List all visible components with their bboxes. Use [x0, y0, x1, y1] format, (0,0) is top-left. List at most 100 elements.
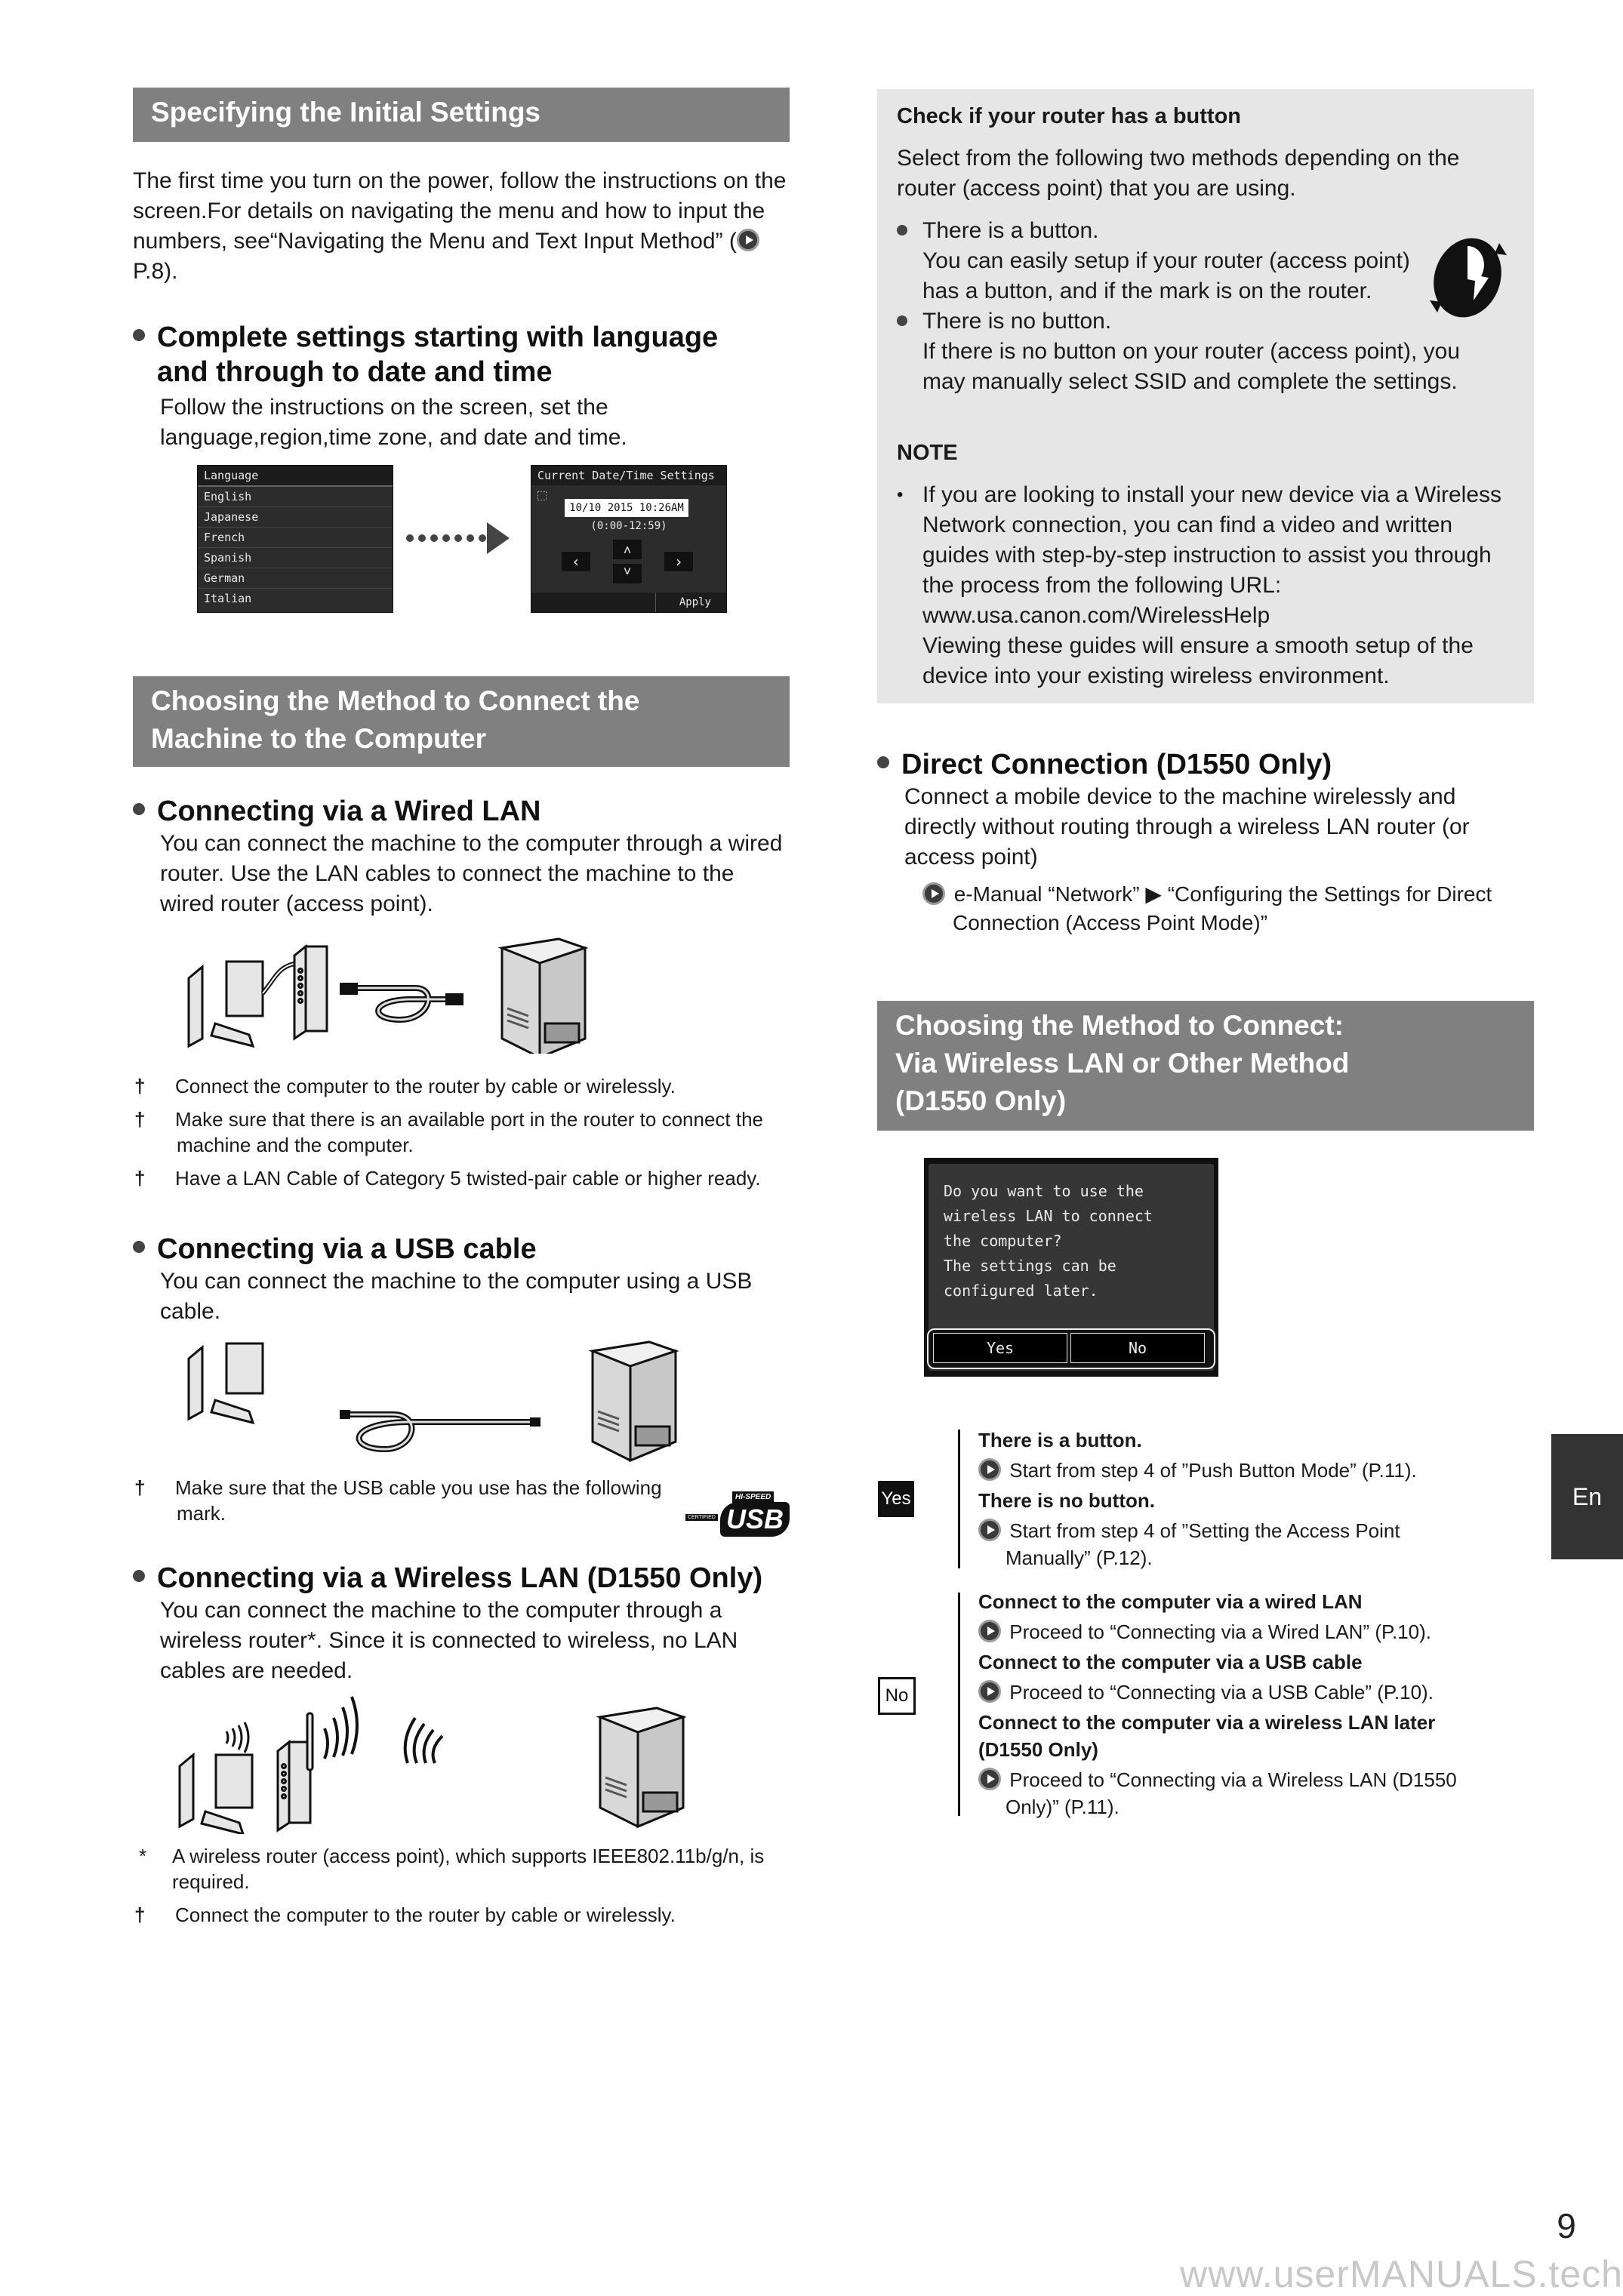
heading-text: Connecting via a Wireless LAN (D1550 Onl… — [157, 1562, 763, 1594]
lcd-down-button[interactable]: ˅ — [613, 564, 642, 583]
lcd-menu-item[interactable]: English — [198, 487, 393, 507]
section-title-line3: (D1550 Only) — [895, 1085, 1067, 1116]
wireless-help-url-link[interactable]: www.usa.canon.com/WirelessHelp — [922, 603, 1270, 628]
footnote-text: A wireless router (access point), which … — [172, 1845, 765, 1893]
option-title: There is a button. — [978, 1429, 1142, 1451]
lcd-datetime-screen: Current Date/Time Settings 10/10 2015 10… — [531, 465, 727, 613]
lcd-menu-item[interactable]: Italian — [198, 589, 393, 608]
lcd-no-button[interactable]: No — [1070, 1333, 1205, 1363]
lcd-line: The settings can be — [944, 1257, 1116, 1275]
lcd-line: wireless LAN to connect — [944, 1207, 1153, 1225]
lcd-language-screen: Language English Japanese French Spanish… — [197, 465, 393, 613]
router-check-box: Check if your router has a button Select… — [877, 89, 1534, 703]
no-label-badge: No — [878, 1677, 916, 1715]
datetime-field[interactable]: 10/10 2015 10:26AM — [565, 499, 688, 517]
note-text: Make sure that the USB cable you use has… — [175, 1476, 662, 1525]
note-text: Connect the computer to the router by ca… — [175, 1075, 676, 1097]
lcd-bottom-bar: Apply — [531, 592, 726, 612]
yes-label-badge: Yes — [878, 1481, 914, 1517]
bullet-icon — [877, 756, 889, 768]
option-title: Connect to the computer via a wired LAN — [978, 1590, 1363, 1613]
section-heading-wireless-or-other: Choosing the Method to Connect: Via Wire… — [877, 1001, 1534, 1131]
subheading-line1: Complete settings starting with language — [157, 322, 719, 353]
printer-icon — [588, 1340, 679, 1463]
router-option-no-button: There is no button. If there is no butto… — [897, 306, 1516, 397]
lcd-prompt-text: Do you want to use the wireless LAN to c… — [944, 1179, 1153, 1303]
dotted-arrow-icon — [406, 522, 510, 554]
step-reference-link[interactable]: Proceed to “Connecting via a Wireless LA… — [1006, 1768, 1457, 1818]
step-reference-link[interactable]: Proceed to “Connecting via a USB Cable” … — [1009, 1681, 1434, 1704]
hi-speed-usb-logo: HI-SPEED CERTIFIED USB — [685, 1491, 791, 1538]
lan-cable-icon — [340, 983, 463, 1023]
note-text: If you are looking to install your new d… — [922, 482, 1502, 598]
wifi-signal-icon — [323, 1696, 359, 1759]
subheading-line2: and through to date and time — [157, 356, 553, 388]
no-divider — [958, 1593, 960, 1816]
yes-options: There is a button. Start from step 4 of … — [978, 1427, 1522, 1571]
usb-illustration — [187, 1340, 679, 1463]
section-title-line2: Machine to the Computer — [151, 723, 487, 754]
lcd-menu-item[interactable]: Spanish — [198, 548, 393, 568]
language-side-tab[interactable]: En — [1551, 1434, 1623, 1559]
wired-lan-illustration — [187, 937, 589, 1054]
touch-hand-icon — [537, 491, 547, 500]
lcd-line: configured later. — [944, 1282, 1098, 1300]
wireless-notes: * A wireless router (access point), which… — [134, 1843, 805, 1928]
option-text: If there is no button on your router (ac… — [922, 339, 1461, 394]
dagger-icon: † — [134, 1476, 146, 1499]
wired-lan-description: You can connect the machine to the compu… — [160, 831, 783, 916]
usb-cable-icon — [340, 1410, 540, 1453]
note-text: Viewing these guides will ensure a smoot… — [922, 633, 1474, 688]
watermark: www.userMANUALS.tech — [1180, 2253, 1623, 2295]
step-reference-link[interactable]: Proceed to “Connecting via a Wired LAN” … — [1009, 1620, 1431, 1643]
step-reference-link[interactable]: Start from step 4 of ”Push Button Mode” … — [1009, 1459, 1417, 1482]
subheading-description: Follow the instructions on the screen, s… — [160, 395, 627, 450]
page-reference-link[interactable]: P.8). — [133, 259, 178, 284]
dagger-icon: † — [134, 1904, 146, 1926]
no-options: Connect to the computer via a wired LAN … — [978, 1588, 1522, 1820]
lcd-right-button[interactable]: › — [664, 552, 693, 571]
computer-icon — [187, 1342, 264, 1425]
note-item: † Make sure that there is an available po… — [134, 1106, 805, 1158]
heading-wired-lan: Connecting via a Wired LAN — [133, 794, 812, 829]
heading-text: Connecting via a USB cable — [157, 1233, 537, 1265]
reference-arrow-icon — [978, 1768, 1001, 1791]
reference-arrow-icon — [978, 1458, 1001, 1482]
computer-icon — [178, 1752, 254, 1834]
wired-lan-notes: † Connect the computer to the router by c… — [134, 1073, 805, 1191]
note-item: † Connect the computer to the router by c… — [134, 1902, 805, 1928]
emanual-reference-link[interactable]: e-Manual “Network” ▶ “Configuring the Se… — [953, 882, 1492, 934]
direct-connection-description: Connect a mobile device to the machine w… — [904, 784, 1470, 869]
lcd-yes-button[interactable]: Yes — [933, 1333, 1067, 1363]
subheading-language-datetime: Complete settings starting with language… — [133, 320, 812, 389]
lcd-menu-item[interactable]: Japanese — [198, 507, 393, 528]
bullet-icon — [897, 225, 907, 235]
step-reference-link[interactable]: Start from step 4 of ”Setting the Access… — [1006, 1519, 1400, 1569]
option-reference: Proceed to “Connecting via a Wireless LA… — [978, 1766, 1489, 1820]
wifi-signal-icon — [403, 1716, 444, 1764]
dagger-icon: † — [134, 1075, 146, 1097]
reference-arrow-icon — [978, 1519, 1001, 1542]
note-text: Have a LAN Cable of Category 5 twisted-p… — [175, 1167, 761, 1190]
bullet-icon — [133, 1240, 145, 1253]
option-reference: Start from step 4 of ”Push Button Mode” … — [978, 1457, 1522, 1484]
intro-paragraph: The first time you turn on the power, fo… — [133, 166, 790, 287]
heading-wireless-lan: Connecting via a Wireless LAN (D1550 Onl… — [133, 1561, 827, 1596]
lcd-menu-item[interactable]: German — [198, 568, 393, 589]
option-reference: Proceed to “Connecting via a USB Cable” … — [978, 1679, 1522, 1706]
yes-divider — [958, 1430, 960, 1568]
lcd-button-bar: Yes No — [927, 1328, 1215, 1369]
lcd-line: the computer? — [944, 1232, 1062, 1250]
computer-icon — [187, 960, 264, 1048]
dagger-icon: † — [134, 1108, 146, 1131]
lcd-up-button[interactable]: ˄ — [613, 540, 642, 559]
lcd-left-button[interactable]: ‹ — [562, 552, 590, 571]
router-icon — [293, 943, 328, 1041]
footnote-item: * A wireless router (access point), which… — [139, 1843, 805, 1894]
section-heading-initial-settings: Specifying the Initial Settings — [133, 88, 790, 142]
page-number: 9 — [1557, 2206, 1576, 2245]
lcd-apply-button[interactable]: Apply — [679, 592, 711, 612]
printer-icon — [596, 1707, 687, 1829]
lcd-menu-item[interactable]: French — [198, 528, 393, 548]
logo-top-text: HI-SPEED — [732, 1491, 775, 1503]
